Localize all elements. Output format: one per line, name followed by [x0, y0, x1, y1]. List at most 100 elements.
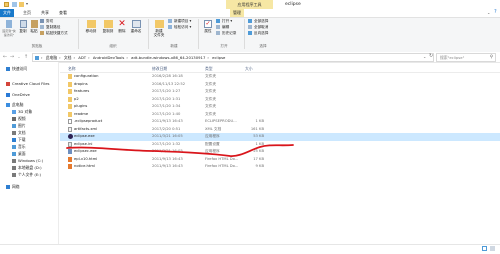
rename-button[interactable]: 重命名: [129, 20, 143, 33]
rename-icon: [131, 20, 141, 28]
move-to-button[interactable]: 移动到: [83, 20, 99, 33]
large-icons-view-icon[interactable]: [490, 246, 495, 251]
file-type: ECLIPSEPRODU...: [205, 119, 237, 123]
nav-item[interactable]: 个人文件 (E:): [12, 172, 41, 178]
nav-item[interactable]: 视频: [12, 116, 26, 122]
breadcrumb-this-pc[interactable]: 此电脑: [46, 55, 57, 60]
file-row[interactable]: configuration 2016/2/28 16:18 文件夹: [60, 73, 500, 81]
nav-item[interactable]: OneDrive: [6, 92, 30, 98]
file-row[interactable]: notice.html 2011/9/13 16:43 Firefox HTML D…: [60, 163, 500, 171]
pin-quick-access-button[interactable]: 固定到"快速访问": [2, 20, 16, 37]
select-all-icon: [248, 19, 252, 23]
help-icon[interactable]: ?: [494, 9, 497, 15]
folder-icon: [68, 96, 72, 102]
details-view-icon[interactable]: [482, 246, 487, 251]
search-input[interactable]: 搜索"eclipse" ⚲: [436, 53, 496, 62]
file-row[interactable]: readme 2017/1/20 1:40 文件夹: [60, 111, 500, 119]
address-dropdown-icon[interactable]: ⌄: [423, 54, 426, 59]
edit-label: 编辑: [222, 25, 230, 29]
file-row[interactable]: features 2017/1/20 1:27 文件夹: [60, 88, 500, 96]
paste-shortcut-button[interactable]: 粘贴快捷方式: [40, 31, 68, 36]
file-row[interactable]: plugins 2017/1/20 1:34 文件夹: [60, 103, 500, 111]
chevron-down-icon[interactable]: ⌄: [487, 10, 490, 15]
tab-share[interactable]: 共享: [38, 9, 52, 17]
nav-item[interactable]: 文档: [12, 130, 26, 136]
desktop-icon: [12, 152, 16, 156]
invert-selection-button[interactable]: 反向选择: [248, 31, 268, 36]
file-row[interactable]: .eclipseproduct 2011/9/13 16:43 ECLIPSEPRO…: [60, 118, 500, 126]
folder-icon: [68, 74, 72, 79]
file-row[interactable]: p2 2017/1/20 1:31 文件夹: [60, 96, 500, 104]
new-item-button[interactable]: 新建项目 ▾: [168, 19, 191, 24]
nav-item[interactable]: 快速访问: [6, 66, 27, 72]
file-size: [240, 81, 264, 89]
recent-dropdown-icon[interactable]: ⌄: [16, 54, 22, 60]
column-header-name[interactable]: 名称: [68, 66, 76, 71]
breadcrumb-eclipse[interactable]: eclipse: [212, 55, 225, 60]
rename-label: 重命名: [130, 29, 142, 33]
edit-button[interactable]: 编辑: [216, 25, 229, 30]
paste-button[interactable]: 粘贴: [29, 20, 39, 33]
nav-item[interactable]: 音乐: [12, 144, 26, 150]
paste-label: 粘贴: [30, 29, 38, 33]
back-arrow-icon[interactable]: ←: [2, 54, 8, 60]
select-none-button[interactable]: 全部取消: [248, 25, 268, 30]
file-size: 161 KB: [250, 126, 264, 131]
tab-view[interactable]: 查看: [56, 9, 70, 17]
tab-manage[interactable]: 管理: [230, 9, 244, 17]
context-tab-header-label: 应用程序工具: [237, 2, 262, 7]
copy-path-icon: [40, 25, 44, 29]
nav-item[interactable]: Creative Cloud Files: [6, 81, 50, 87]
copy-to-button[interactable]: 复制到: [100, 20, 116, 33]
nav-item[interactable]: 网络: [6, 184, 20, 190]
up-arrow-icon[interactable]: ↑: [23, 54, 29, 60]
open-group-label: 打开: [220, 44, 228, 48]
copy-button[interactable]: 复制: [18, 20, 28, 33]
select-all-button[interactable]: 全部选择: [248, 19, 268, 24]
nav-item[interactable]: 图片: [12, 123, 26, 129]
nav-item[interactable]: 此电脑: [6, 102, 23, 108]
file-type: Firefox HTML Do...: [205, 164, 239, 168]
file-type: 文件夹: [205, 111, 217, 116]
file-date: 2011/9/13 16:43: [152, 119, 183, 123]
column-header-size[interactable]: 大小: [245, 66, 253, 71]
breadcrumb-androiddevtools[interactable]: AndroidDevTools: [93, 55, 125, 60]
breadcrumb-adt-bundle[interactable]: adt-bundle-windows-x86_64-20130917: [131, 55, 205, 60]
open-button[interactable]: 打开 ▾: [216, 19, 232, 24]
folder-icon: [68, 81, 72, 87]
select-all-label: 全部选择: [254, 19, 269, 23]
properties-icon[interactable]: [12, 2, 17, 7]
new-folder-icon[interactable]: [19, 2, 24, 7]
column-header-row: [60, 64, 500, 73]
address-bar[interactable]: › 此电脑 › 文档 › ADT › AndroidDevTools › adt-bun…: [32, 53, 434, 62]
breadcrumb-documents[interactable]: 文档: [64, 55, 72, 60]
easy-access-button[interactable]: 轻松访问 ▾: [168, 25, 191, 30]
nav-item[interactable]: Windows (C:): [12, 158, 43, 164]
copy-path-button[interactable]: 复制路径: [40, 25, 60, 30]
group-separator: [78, 19, 79, 49]
refresh-icon[interactable]: ↻: [429, 53, 433, 59]
scissors-icon: [40, 19, 44, 23]
history-icon: [216, 31, 220, 35]
history-button[interactable]: 历史记录: [216, 31, 236, 36]
cut-button[interactable]: 剪切: [40, 19, 53, 24]
column-header-date[interactable]: 修改日期: [152, 66, 167, 71]
xml-icon: [68, 126, 72, 132]
file-name: plugins: [74, 104, 88, 108]
file-row[interactable]: dropins 2016/11/13 22:52 文件夹: [60, 81, 500, 89]
nav-item[interactable]: 本地磁盘 (D:): [12, 165, 42, 171]
delete-button[interactable]: ✕ 删除: [117, 20, 127, 34]
breadcrumb-adt[interactable]: ADT: [78, 55, 86, 60]
file-row[interactable]: artifacts.xml 2017/2/20 0:51 XML 文档 161 KB: [60, 126, 500, 134]
new-folder-button[interactable]: 新建 文件夹: [152, 20, 166, 37]
tab-home[interactable]: 主页: [20, 9, 34, 17]
properties-button[interactable]: ✓ 属性: [202, 20, 214, 33]
forward-arrow-icon[interactable]: →: [9, 54, 15, 60]
nav-item[interactable]: 桌面: [12, 151, 26, 157]
column-header-type[interactable]: 类型: [205, 66, 213, 71]
quick-access-dropdown-icon[interactable]: ▾: [26, 1, 28, 6]
tab-file[interactable]: 文件: [0, 9, 14, 17]
nav-item[interactable]: 下载: [12, 137, 26, 143]
breadcrumb-separator: ›: [73, 55, 76, 60]
nav-item[interactable]: 3D 对象: [12, 109, 32, 115]
